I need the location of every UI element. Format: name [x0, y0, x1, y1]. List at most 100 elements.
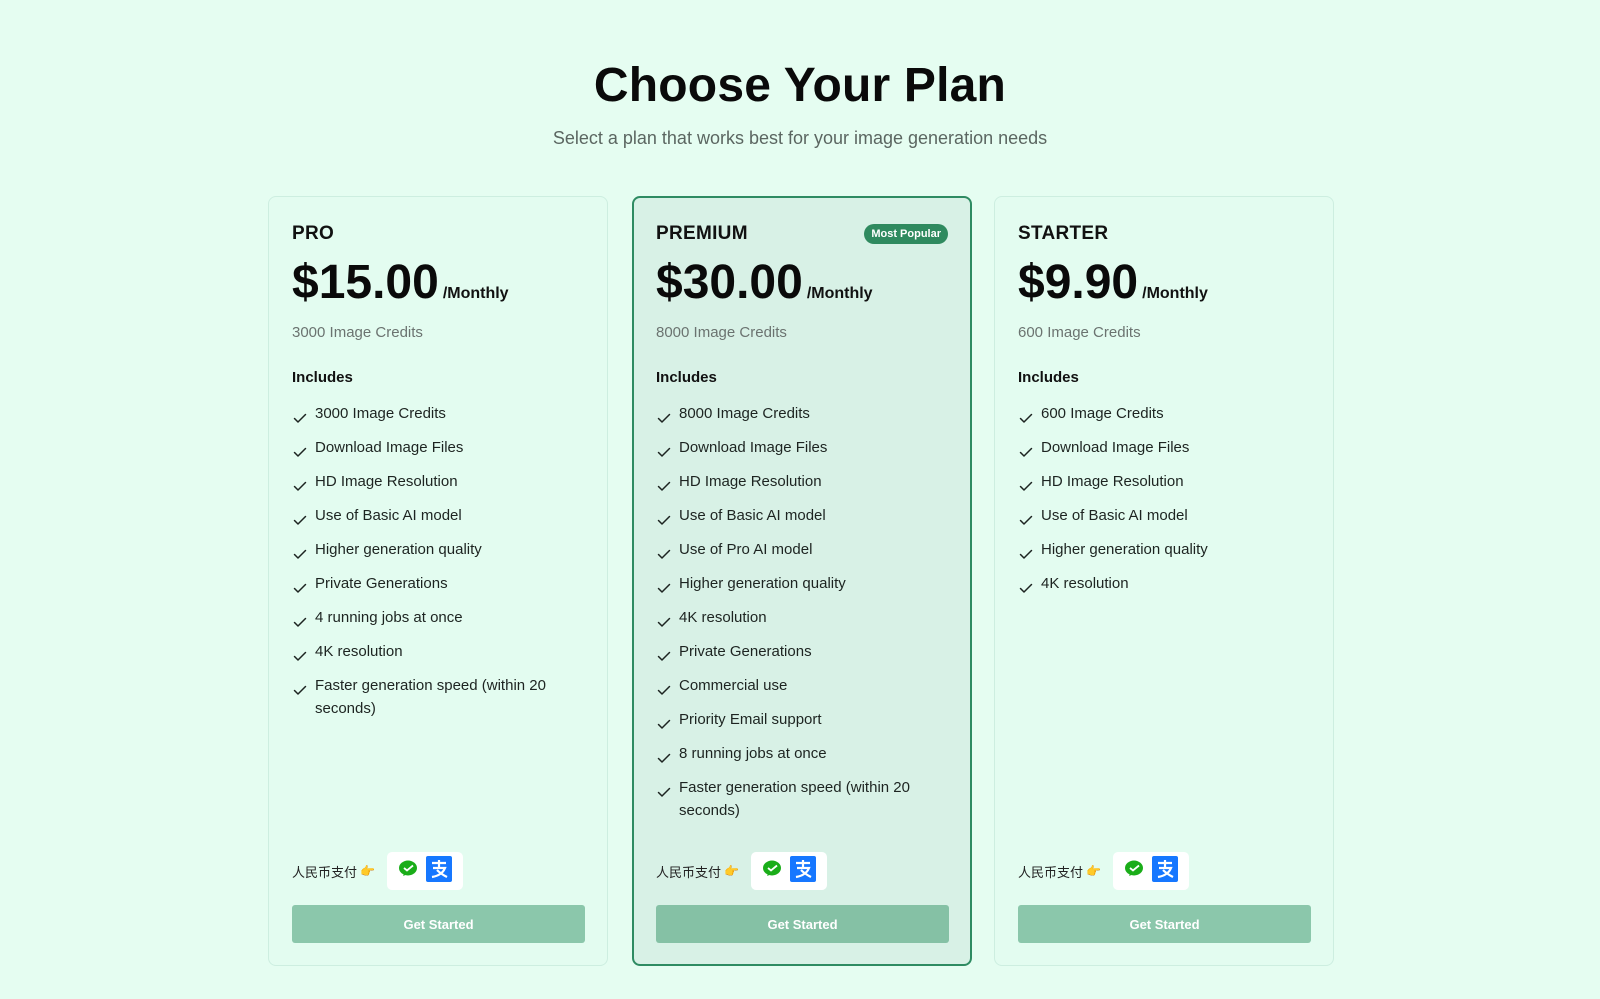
alipay-icon[interactable] [1151, 855, 1178, 887]
check-icon [657, 782, 671, 797]
check-icon [1019, 442, 1033, 457]
check-icon [657, 476, 671, 491]
check-icon [293, 510, 307, 525]
wechat-pay-icon[interactable] [762, 860, 782, 883]
feature-item: 8000 Image Credits [656, 402, 948, 425]
page-subtitle: Select a plan that works best for your i… [552, 128, 1048, 148]
feature-text: Higher generation quality [315, 541, 482, 558]
plan-period: /Monthly [442, 285, 509, 302]
feature-text: 3000 Image Credits [315, 405, 446, 422]
feature-item: Download Image Files [656, 436, 948, 459]
includes-heading: Includes [1018, 369, 1079, 386]
feature-item: HD Image Resolution [656, 470, 948, 493]
get-started-button[interactable]: Get Started [1018, 905, 1311, 943]
price-row: $30.00/Monthly [656, 255, 873, 310]
check-icon [1019, 476, 1033, 491]
feature-item: Use of Basic AI model [292, 504, 584, 527]
pricing-page: Choose Your Plan Select a plan that work… [0, 0, 1600, 999]
check-icon [293, 612, 307, 627]
feature-text: Use of Basic AI model [315, 507, 462, 524]
feature-text: Download Image Files [1041, 439, 1190, 456]
pointing-hand-icon: 👉 [360, 864, 375, 878]
feature-item: 4K resolution [292, 640, 584, 663]
feature-item: 4K resolution [656, 606, 948, 629]
payment-label: 人民币支付 [656, 864, 722, 880]
price-row: $9.90/Monthly [1018, 255, 1208, 310]
wechat-pay-icon[interactable] [1124, 860, 1144, 883]
check-icon [657, 646, 671, 661]
feature-item: Faster generation speed (within 20 secon… [656, 776, 948, 822]
page-title: Choose Your Plan [593, 59, 1007, 112]
plan-price: $9.90 [1018, 256, 1139, 309]
feature-text: HD Image Resolution [315, 473, 458, 490]
feature-item: HD Image Resolution [292, 470, 584, 493]
feature-text: 4K resolution [315, 643, 403, 660]
feature-list: 3000 Image Credits Download Image Files HD… [292, 402, 584, 731]
feature-text: Download Image Files [679, 439, 828, 456]
plan-name: PRO [292, 223, 335, 244]
feature-text: HD Image Resolution [679, 473, 822, 490]
check-icon [657, 544, 671, 559]
feature-item: Download Image Files [292, 436, 584, 459]
feature-text: Private Generations [679, 643, 812, 660]
feature-text: Higher generation quality [679, 575, 846, 592]
feature-text: Commercial use [679, 677, 788, 694]
check-icon [657, 680, 671, 695]
wechat-pay-icon[interactable] [398, 860, 418, 883]
feature-item: Use of Basic AI model [656, 504, 948, 527]
check-icon [293, 476, 307, 491]
alipay-icon[interactable] [789, 855, 816, 887]
check-icon [1019, 544, 1033, 559]
pointing-hand-icon: 👉 [1086, 864, 1101, 878]
feature-text: Use of Basic AI model [1041, 507, 1188, 524]
includes-heading: Includes [292, 369, 353, 386]
feature-text: 4K resolution [679, 609, 767, 626]
includes-heading: Includes [656, 369, 717, 386]
feature-text: Private Generations [315, 575, 448, 592]
plan-card-starter: STARTER $9.90/Monthly 600 Image Credits … [994, 196, 1334, 966]
check-icon [1019, 408, 1033, 423]
check-icon [293, 680, 307, 695]
check-icon [657, 408, 671, 423]
feature-item: 4K resolution [1018, 572, 1310, 595]
feature-text: Higher generation quality [1041, 541, 1208, 558]
payment-methods[interactable] [1112, 852, 1189, 890]
price-row: $15.00/Monthly [292, 255, 509, 310]
feature-text: Faster generation speed (within 20 secon… [315, 677, 546, 717]
check-icon [1019, 510, 1033, 525]
feature-item: Commercial use [656, 674, 948, 697]
feature-text: Priority Email support [679, 711, 822, 728]
check-icon [293, 544, 307, 559]
feature-item: Use of Basic AI model [1018, 504, 1310, 527]
plan-name: STARTER [1018, 223, 1109, 244]
feature-text: 8000 Image Credits [679, 405, 810, 422]
feature-text: 8 running jobs at once [679, 745, 827, 762]
feature-text: Faster generation speed (within 20 secon… [679, 779, 910, 819]
feature-item: Use of Pro AI model [656, 538, 948, 561]
alipay-icon[interactable] [425, 855, 452, 887]
feature-text: Use of Basic AI model [679, 507, 826, 524]
plan-card-premium: PREMIUM Most Popular $30.00/Monthly 8000… [632, 196, 972, 966]
check-icon [293, 578, 307, 593]
plan-period: /Monthly [806, 285, 873, 302]
feature-item: Priority Email support [656, 708, 948, 731]
check-icon [293, 646, 307, 661]
feature-list: 8000 Image Credits Download Image Files HD… [656, 402, 948, 833]
feature-text: 600 Image Credits [1041, 405, 1164, 422]
plan-name: PREMIUM [656, 223, 748, 244]
check-icon [657, 578, 671, 593]
plan-price: $30.00 [656, 256, 803, 309]
payment-row: 人民币支付 👉 [656, 852, 827, 890]
feature-text: 4 running jobs at once [315, 609, 463, 626]
plan-credits: 600 Image Credits [1018, 324, 1141, 341]
payment-methods[interactable] [750, 852, 827, 890]
payment-methods[interactable] [386, 852, 463, 890]
payment-label: 人民币支付 [1018, 864, 1084, 880]
get-started-button[interactable]: Get Started [292, 905, 585, 943]
get-started-button[interactable]: Get Started [656, 905, 949, 943]
feature-list: 600 Image Credits Download Image Files HD … [1018, 402, 1310, 606]
pointing-hand-icon: 👉 [724, 864, 739, 878]
feature-item: Download Image Files [1018, 436, 1310, 459]
feature-item: Private Generations [292, 572, 584, 595]
feature-text: Download Image Files [315, 439, 464, 456]
